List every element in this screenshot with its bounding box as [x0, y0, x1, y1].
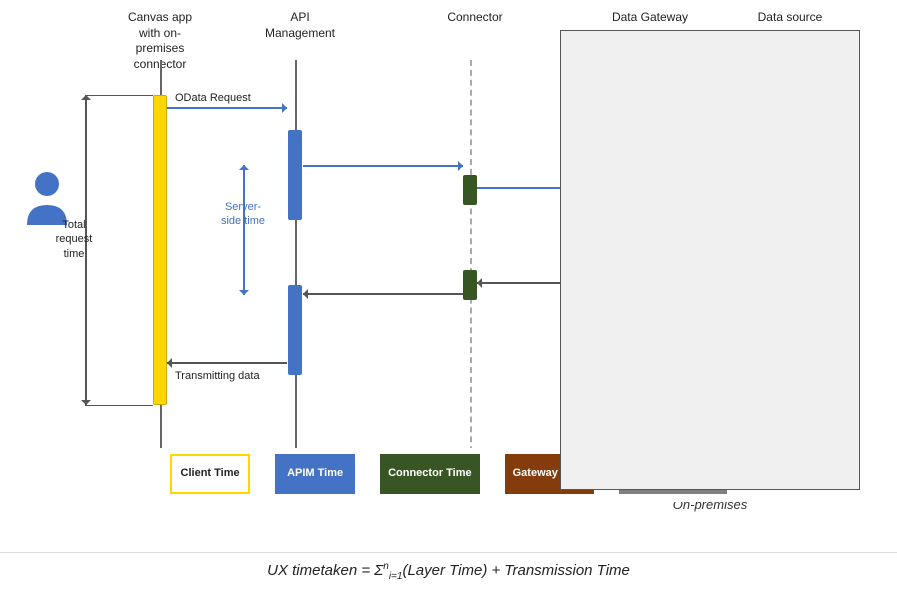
- main-container: Canvas appwith on-premisesconnector API …: [0, 0, 897, 592]
- label-server-side-time: Server-side time: [218, 200, 268, 229]
- server-side-time-line: [243, 165, 245, 295]
- header-data-gateway: Data Gateway: [610, 10, 690, 26]
- apim-time-block-1: [288, 130, 302, 220]
- label-transmitting-data: Transmitting data: [175, 370, 260, 382]
- vline-connector: [470, 60, 472, 472]
- legend-apim: APIM Time: [275, 454, 355, 494]
- arrow-apim-connector: [303, 165, 463, 167]
- onprem-box: [560, 30, 860, 490]
- total-req-top-line: [85, 95, 153, 96]
- total-req-bot-line: [85, 405, 153, 406]
- header-connector: Connector: [435, 10, 515, 26]
- formula-row: UX timetaken = Σni=1(Layer Time) + Trans…: [0, 552, 897, 592]
- formula-text: UX timetaken = Σni=1(Layer Time) + Trans…: [267, 562, 630, 579]
- legend-box-client: Client Time: [170, 454, 250, 494]
- legend-connector: Connector Time: [380, 454, 480, 494]
- arrow-odata-req: [167, 107, 287, 109]
- diagram-area: Canvas appwith on-premisesconnector API …: [0, 0, 897, 552]
- vline-apim: [295, 60, 297, 472]
- legend-box-connector: Connector Time: [380, 454, 480, 494]
- connector-time-block-1: [463, 175, 477, 205]
- arrow-return-connector-apim: [303, 293, 463, 295]
- arrow-return-apim-client: [167, 362, 287, 364]
- label-odata-request: OData Request: [175, 92, 251, 104]
- header-api-management: API Management: [255, 10, 345, 41]
- label-total-request: Totalrequesttime: [54, 218, 94, 261]
- legend-client: Client Time: [170, 454, 250, 494]
- header-data-source: Data source: [750, 10, 830, 26]
- legend-box-apim: APIM Time: [275, 454, 355, 494]
